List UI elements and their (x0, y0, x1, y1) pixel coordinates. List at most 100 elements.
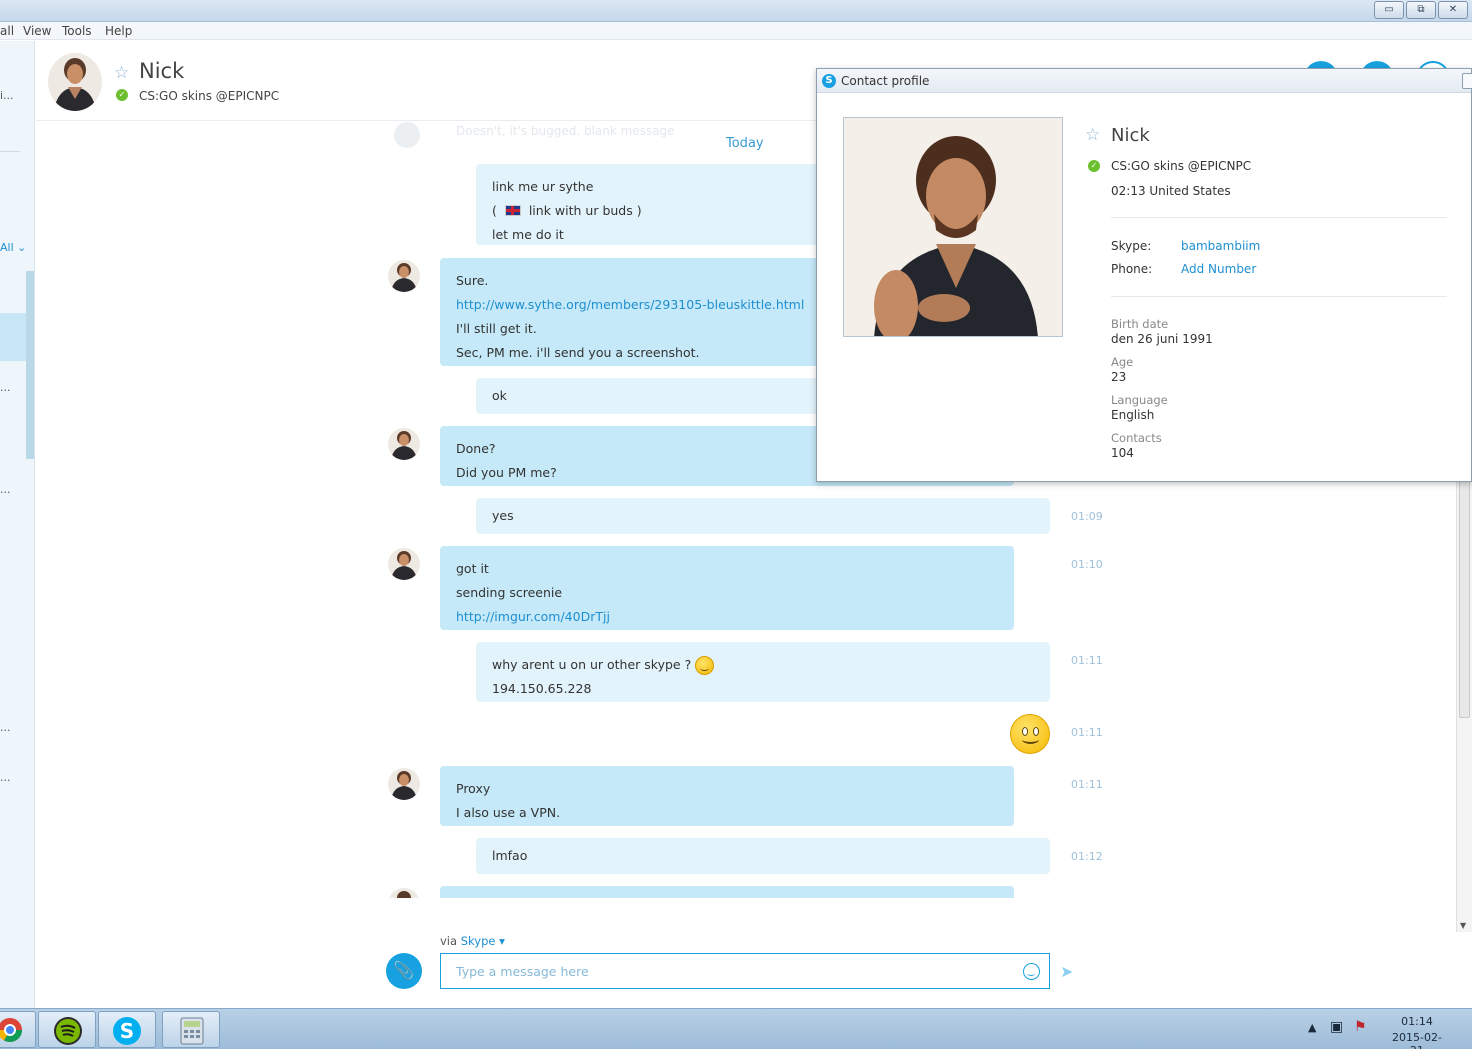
contact-profile-dialog: S Contact profile ☆ Nick ✓ CS:GO skins @… (816, 68, 1472, 482)
network-icon[interactable]: ▣ (1330, 1019, 1343, 1035)
language-value: English (1111, 408, 1155, 422)
skype-label: Skype: (1111, 239, 1152, 253)
sidebar-scrollbar[interactable] (26, 271, 34, 459)
phone-label: Phone: (1111, 262, 1153, 276)
dialog-titlebar: S Contact profile (817, 69, 1472, 93)
sidebar-item-text[interactable]: i... (0, 89, 14, 102)
online-status-icon: ✓ (1088, 160, 1100, 172)
contacts-sidebar: i... All ⌄ ... ... ... ... (0, 41, 35, 1008)
close-button[interactable]: ✕ (1438, 1, 1468, 19)
message-outgoing[interactable]: why arent u on ur other skype ? 194.150.… (476, 642, 1050, 702)
profile-local-time: 02:13 United States (1111, 184, 1231, 198)
sender-avatar[interactable] (388, 768, 420, 800)
restore-button[interactable]: ⧉ (1406, 1, 1436, 19)
contact-mood: CS:GO skins @EPICNPC (139, 89, 280, 103)
send-icon[interactable]: ➤ (1060, 962, 1078, 981)
favorite-star-icon[interactable]: ☆ (114, 63, 129, 83)
action-center-icon[interactable]: ⚑ (1354, 1019, 1367, 1035)
chat-scrollbar[interactable]: ▼ (1456, 478, 1472, 932)
message-line: got it (456, 561, 489, 576)
window-titlebar: ▭ ⧉ ✕ (0, 0, 1472, 22)
birth-date-label: Birth date (1111, 317, 1169, 331)
menu-bar: all View Tools Help (0, 22, 1472, 40)
skype-logo-icon: S (822, 74, 836, 88)
wink-smiley-icon (695, 656, 715, 675)
add-number-link[interactable]: Add Number (1181, 262, 1256, 276)
message-outgoing[interactable]: yes (476, 498, 1050, 534)
menu-tools[interactable]: Tools (62, 24, 92, 38)
sidebar-filter-all[interactable]: All ⌄ (0, 241, 26, 254)
scroll-down-icon[interactable]: ▼ (1460, 921, 1466, 930)
message-link[interactable]: http://imgur.com/40DrTjj (456, 605, 998, 629)
message-line: lmfao (492, 848, 528, 863)
chevron-down-icon[interactable]: ▾ (495, 934, 505, 948)
sender-avatar[interactable] (388, 888, 420, 898)
attach-file-button[interactable]: 📎 (386, 953, 422, 989)
message-incoming-partial[interactable] (440, 886, 1014, 898)
message-line: why arent u on ur other skype ? (492, 653, 1034, 677)
contacts-count: 104 (1111, 446, 1134, 460)
taskbar-spotify-button[interactable] (38, 1011, 96, 1048)
scrollbar-thumb[interactable] (1459, 478, 1470, 718)
profile-divider (1111, 296, 1447, 297)
message-line: sending screenie (456, 585, 563, 600)
message-line: yes (492, 508, 514, 523)
message-timestamp: 01:11 (1071, 654, 1103, 667)
message-timestamp: 01:10 (1071, 558, 1103, 571)
day-separator: Today (726, 136, 764, 151)
message-input[interactable] (441, 954, 1016, 988)
menu-call[interactable]: all (0, 24, 14, 38)
uk-flag-icon (504, 205, 521, 216)
profile-name: Nick (1111, 125, 1150, 146)
menu-help[interactable]: Help (105, 24, 132, 38)
message-timestamp: 01:11 (1071, 778, 1103, 791)
profile-photo (843, 117, 1063, 337)
windows-taskbar: S ▲ ▣ ⚑ 01:14 2015-02-21 (0, 1008, 1472, 1049)
message-line: I also use a VPN. (456, 805, 561, 820)
taskbar-chrome-button[interactable] (0, 1011, 36, 1048)
sender-avatar[interactable] (388, 428, 420, 460)
via-selector[interactable]: via Skype ▾ (440, 934, 505, 948)
smiley-emoticon-icon[interactable] (1010, 714, 1050, 754)
message-text: why arent u on ur other skype ? (492, 657, 692, 672)
message-line: 194.150.65.228 (492, 681, 592, 696)
sender-avatar[interactable] (388, 260, 420, 292)
message-incoming[interactable]: got it sending screenie http://imgur.com… (440, 546, 1014, 630)
message-timestamp: 01:11 (1071, 726, 1103, 739)
online-status-icon: ✓ (116, 89, 128, 101)
sidebar-item-text[interactable]: ... (0, 483, 11, 496)
message-timestamp: 01:12 (1071, 850, 1103, 863)
profile-mood: CS:GO skins @EPICNPC (1111, 159, 1252, 173)
contact-avatar[interactable] (48, 53, 102, 111)
birth-date-value: den 26 juni 1991 (1111, 332, 1213, 346)
svg-text:S: S (120, 1019, 134, 1043)
dialog-control-button[interactable] (1462, 73, 1472, 89)
favorite-star-icon[interactable]: ☆ (1085, 125, 1100, 145)
emoticon-picker-icon[interactable] (1023, 963, 1040, 980)
sidebar-selected-item[interactable] (0, 313, 26, 361)
sidebar-item-text[interactable]: ... (0, 721, 11, 734)
sidebar-item-text[interactable]: ... (0, 381, 11, 394)
tray-expand-icon[interactable]: ▲ (1308, 1021, 1316, 1034)
age-label: Age (1111, 355, 1134, 369)
skype-username[interactable]: bambambiim (1181, 239, 1260, 253)
sidebar-divider (0, 151, 20, 152)
clock-date[interactable]: 2015-02-21 (1386, 1031, 1448, 1049)
faded-avatar (394, 122, 420, 148)
contact-name: Nick (139, 59, 185, 83)
minimize-button[interactable]: ▭ (1374, 1, 1404, 19)
message-composer (440, 953, 1050, 989)
sidebar-item-text[interactable]: ... (0, 771, 11, 784)
profile-divider (1111, 217, 1447, 218)
menu-view[interactable]: View (23, 24, 51, 38)
sender-avatar[interactable] (388, 548, 420, 580)
clock-time[interactable]: 01:14 (1386, 1015, 1448, 1028)
message-outgoing[interactable]: lmfao (476, 838, 1050, 874)
taskbar-calculator-button[interactable] (162, 1011, 220, 1048)
age-value: 23 (1111, 370, 1127, 384)
via-service-link[interactable]: Skype (461, 934, 496, 948)
language-label: Language (1111, 393, 1168, 407)
taskbar-skype-button[interactable]: S (98, 1011, 156, 1048)
message-incoming[interactable]: Proxy I also use a VPN. (440, 766, 1014, 826)
faded-message: Doesn't, it's bugged. blank message (456, 124, 675, 138)
